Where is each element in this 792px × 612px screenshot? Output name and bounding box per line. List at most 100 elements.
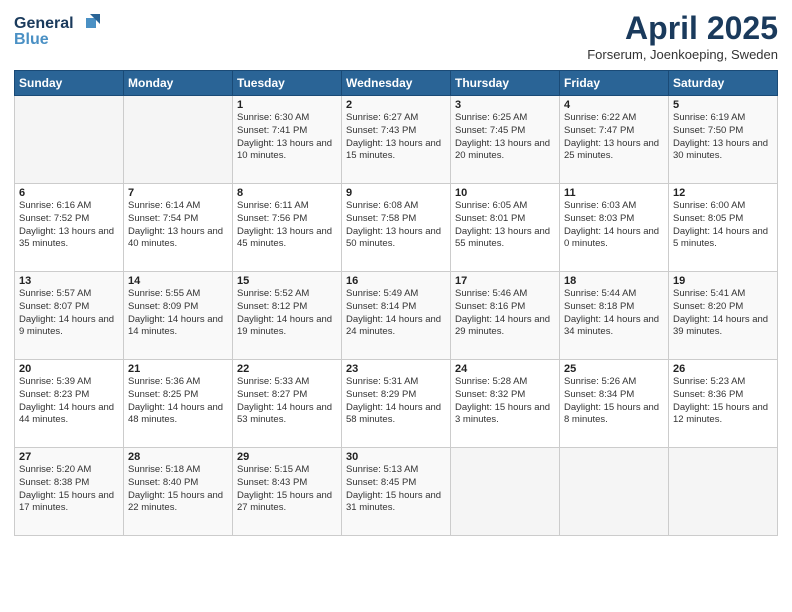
svg-text:General: General xyxy=(14,15,74,32)
calendar-cell: 6Sunrise: 6:16 AM Sunset: 7:52 PM Daylig… xyxy=(15,184,124,272)
day-info: Sunrise: 5:31 AM Sunset: 8:29 PM Dayligh… xyxy=(346,376,446,427)
calendar-cell: 29Sunrise: 5:15 AM Sunset: 8:43 PM Dayli… xyxy=(233,448,342,536)
calendar-header-monday: Monday xyxy=(124,71,233,96)
title-block: April 2025 Forserum, Joenkoeping, Sweden xyxy=(587,10,778,62)
calendar-cell: 9Sunrise: 6:08 AM Sunset: 7:58 PM Daylig… xyxy=(342,184,451,272)
calendar-cell: 1Sunrise: 6:30 AM Sunset: 7:41 PM Daylig… xyxy=(233,96,342,184)
subtitle: Forserum, Joenkoeping, Sweden xyxy=(587,47,778,62)
day-info: Sunrise: 6:03 AM Sunset: 8:03 PM Dayligh… xyxy=(564,200,664,251)
day-info: Sunrise: 5:44 AM Sunset: 8:18 PM Dayligh… xyxy=(564,288,664,339)
calendar-cell xyxy=(669,448,778,536)
day-number: 13 xyxy=(19,275,119,287)
day-number: 16 xyxy=(346,275,446,287)
day-info: Sunrise: 5:18 AM Sunset: 8:40 PM Dayligh… xyxy=(128,464,228,515)
day-info: Sunrise: 6:16 AM Sunset: 7:52 PM Dayligh… xyxy=(19,200,119,251)
day-number: 5 xyxy=(673,99,773,111)
day-number: 12 xyxy=(673,187,773,199)
day-info: Sunrise: 6:14 AM Sunset: 7:54 PM Dayligh… xyxy=(128,200,228,251)
calendar-cell: 24Sunrise: 5:28 AM Sunset: 8:32 PM Dayli… xyxy=(451,360,560,448)
calendar-cell: 25Sunrise: 5:26 AM Sunset: 8:34 PM Dayli… xyxy=(560,360,669,448)
calendar-cell xyxy=(560,448,669,536)
calendar-cell: 10Sunrise: 6:05 AM Sunset: 8:01 PM Dayli… xyxy=(451,184,560,272)
calendar-header-row: SundayMondayTuesdayWednesdayThursdayFrid… xyxy=(15,71,778,96)
day-number: 22 xyxy=(237,363,337,375)
calendar-cell: 7Sunrise: 6:14 AM Sunset: 7:54 PM Daylig… xyxy=(124,184,233,272)
day-info: Sunrise: 6:11 AM Sunset: 7:56 PM Dayligh… xyxy=(237,200,337,251)
calendar-cell xyxy=(15,96,124,184)
calendar-week-row: 6Sunrise: 6:16 AM Sunset: 7:52 PM Daylig… xyxy=(15,184,778,272)
day-number: 29 xyxy=(237,451,337,463)
day-info: Sunrise: 5:15 AM Sunset: 8:43 PM Dayligh… xyxy=(237,464,337,515)
day-info: Sunrise: 5:20 AM Sunset: 8:38 PM Dayligh… xyxy=(19,464,119,515)
day-info: Sunrise: 5:26 AM Sunset: 8:34 PM Dayligh… xyxy=(564,376,664,427)
calendar-cell: 8Sunrise: 6:11 AM Sunset: 7:56 PM Daylig… xyxy=(233,184,342,272)
calendar-cell: 18Sunrise: 5:44 AM Sunset: 8:18 PM Dayli… xyxy=(560,272,669,360)
day-number: 27 xyxy=(19,451,119,463)
calendar-header-thursday: Thursday xyxy=(451,71,560,96)
calendar-table: SundayMondayTuesdayWednesdayThursdayFrid… xyxy=(14,70,778,536)
calendar-cell: 22Sunrise: 5:33 AM Sunset: 8:27 PM Dayli… xyxy=(233,360,342,448)
calendar-cell: 15Sunrise: 5:52 AM Sunset: 8:12 PM Dayli… xyxy=(233,272,342,360)
day-info: Sunrise: 6:22 AM Sunset: 7:47 PM Dayligh… xyxy=(564,112,664,163)
page: General Blue April 2025 Forserum, Joenko… xyxy=(0,0,792,612)
day-number: 28 xyxy=(128,451,228,463)
day-number: 20 xyxy=(19,363,119,375)
day-info: Sunrise: 6:25 AM Sunset: 7:45 PM Dayligh… xyxy=(455,112,555,163)
day-number: 1 xyxy=(237,99,337,111)
calendar-cell: 26Sunrise: 5:23 AM Sunset: 8:36 PM Dayli… xyxy=(669,360,778,448)
day-number: 24 xyxy=(455,363,555,375)
day-info: Sunrise: 5:36 AM Sunset: 8:25 PM Dayligh… xyxy=(128,376,228,427)
day-number: 7 xyxy=(128,187,228,199)
day-info: Sunrise: 6:05 AM Sunset: 8:01 PM Dayligh… xyxy=(455,200,555,251)
calendar-cell: 16Sunrise: 5:49 AM Sunset: 8:14 PM Dayli… xyxy=(342,272,451,360)
calendar-cell: 14Sunrise: 5:55 AM Sunset: 8:09 PM Dayli… xyxy=(124,272,233,360)
day-number: 25 xyxy=(564,363,664,375)
day-number: 19 xyxy=(673,275,773,287)
day-number: 26 xyxy=(673,363,773,375)
logo-icon: General Blue xyxy=(14,10,104,50)
day-info: Sunrise: 5:55 AM Sunset: 8:09 PM Dayligh… xyxy=(128,288,228,339)
calendar-cell: 4Sunrise: 6:22 AM Sunset: 7:47 PM Daylig… xyxy=(560,96,669,184)
calendar-cell: 20Sunrise: 5:39 AM Sunset: 8:23 PM Dayli… xyxy=(15,360,124,448)
calendar-header-sunday: Sunday xyxy=(15,71,124,96)
day-number: 8 xyxy=(237,187,337,199)
calendar-cell: 3Sunrise: 6:25 AM Sunset: 7:45 PM Daylig… xyxy=(451,96,560,184)
calendar-cell: 12Sunrise: 6:00 AM Sunset: 8:05 PM Dayli… xyxy=(669,184,778,272)
calendar-week-row: 20Sunrise: 5:39 AM Sunset: 8:23 PM Dayli… xyxy=(15,360,778,448)
day-number: 9 xyxy=(346,187,446,199)
calendar-cell: 11Sunrise: 6:03 AM Sunset: 8:03 PM Dayli… xyxy=(560,184,669,272)
day-info: Sunrise: 5:23 AM Sunset: 8:36 PM Dayligh… xyxy=(673,376,773,427)
day-info: Sunrise: 5:41 AM Sunset: 8:20 PM Dayligh… xyxy=(673,288,773,339)
calendar-week-row: 27Sunrise: 5:20 AM Sunset: 8:38 PM Dayli… xyxy=(15,448,778,536)
day-info: Sunrise: 5:39 AM Sunset: 8:23 PM Dayligh… xyxy=(19,376,119,427)
day-number: 15 xyxy=(237,275,337,287)
day-number: 23 xyxy=(346,363,446,375)
day-number: 6 xyxy=(19,187,119,199)
day-number: 4 xyxy=(564,99,664,111)
calendar-cell: 17Sunrise: 5:46 AM Sunset: 8:16 PM Dayli… xyxy=(451,272,560,360)
calendar-cell xyxy=(124,96,233,184)
calendar-cell: 28Sunrise: 5:18 AM Sunset: 8:40 PM Dayli… xyxy=(124,448,233,536)
day-info: Sunrise: 5:57 AM Sunset: 8:07 PM Dayligh… xyxy=(19,288,119,339)
day-number: 30 xyxy=(346,451,446,463)
day-number: 21 xyxy=(128,363,228,375)
day-number: 14 xyxy=(128,275,228,287)
svg-text:Blue: Blue xyxy=(14,31,49,48)
calendar-cell: 2Sunrise: 6:27 AM Sunset: 7:43 PM Daylig… xyxy=(342,96,451,184)
month-title: April 2025 xyxy=(587,10,778,47)
day-info: Sunrise: 5:46 AM Sunset: 8:16 PM Dayligh… xyxy=(455,288,555,339)
day-info: Sunrise: 6:19 AM Sunset: 7:50 PM Dayligh… xyxy=(673,112,773,163)
calendar-cell: 5Sunrise: 6:19 AM Sunset: 7:50 PM Daylig… xyxy=(669,96,778,184)
day-number: 17 xyxy=(455,275,555,287)
calendar-cell xyxy=(451,448,560,536)
day-number: 10 xyxy=(455,187,555,199)
day-info: Sunrise: 6:08 AM Sunset: 7:58 PM Dayligh… xyxy=(346,200,446,251)
day-info: Sunrise: 5:49 AM Sunset: 8:14 PM Dayligh… xyxy=(346,288,446,339)
calendar-week-row: 13Sunrise: 5:57 AM Sunset: 8:07 PM Dayli… xyxy=(15,272,778,360)
day-info: Sunrise: 5:33 AM Sunset: 8:27 PM Dayligh… xyxy=(237,376,337,427)
calendar-cell: 27Sunrise: 5:20 AM Sunset: 8:38 PM Dayli… xyxy=(15,448,124,536)
calendar-header-saturday: Saturday xyxy=(669,71,778,96)
day-number: 3 xyxy=(455,99,555,111)
day-info: Sunrise: 6:00 AM Sunset: 8:05 PM Dayligh… xyxy=(673,200,773,251)
day-info: Sunrise: 5:28 AM Sunset: 8:32 PM Dayligh… xyxy=(455,376,555,427)
